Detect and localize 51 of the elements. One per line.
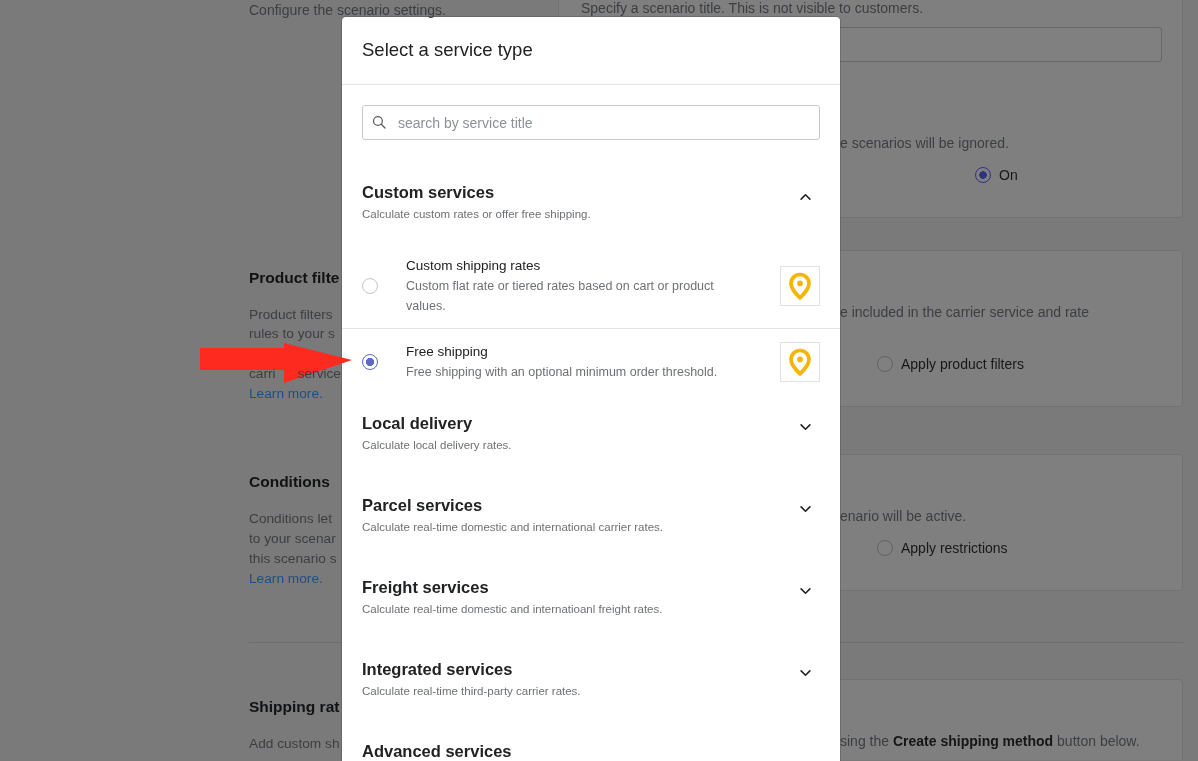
radio-label: On — [999, 166, 1018, 185]
group-title: Local delivery — [362, 414, 473, 433]
radio-label: Apply restrictions — [901, 539, 1008, 558]
chevron-down-icon[interactable] — [800, 670, 811, 677]
group-title: Custom services — [362, 183, 495, 202]
description-text: Add custom sh — [249, 735, 340, 753]
radio-button[interactable] — [877, 540, 893, 556]
setting-description: sing the Create shipping method button below. — [840, 732, 1140, 751]
description-text: carri — [249, 365, 276, 383]
radio-button[interactable] — [362, 354, 378, 370]
group-title: Parcel services — [362, 496, 483, 515]
location-pin-icon — [780, 266, 820, 306]
group-description: Calculate real-time domestic and international carrier rates. — [362, 520, 664, 535]
learn-more-link[interactable]: Learn more. — [249, 384, 323, 404]
section-title: Product filte — [249, 268, 340, 288]
service-title: Free shipping — [406, 343, 488, 361]
field-hint: Specify a scenario title. This is not visible to customers. — [581, 1, 924, 15]
setting-description: e scenarios will be ignored. — [840, 134, 1009, 153]
dialog-title: Select a service type — [362, 38, 533, 62]
group-title: Integrated services — [362, 660, 513, 679]
description-text: rules to your s — [249, 325, 335, 343]
setting-description: e included in the carrier service and rate — [840, 303, 1090, 322]
service-description: Free shipping with an optional minimum order threshold. — [406, 364, 719, 381]
section-title: Shipping rat — [249, 697, 340, 717]
description-text: Product filters — [249, 306, 333, 324]
chevron-down-icon[interactable] — [800, 424, 811, 431]
chevron-up-icon[interactable] — [800, 193, 811, 200]
service-description: Custom flat rate or tiered rates based on cart or product values. — [406, 278, 715, 315]
learn-more-link[interactable]: Learn more. — [249, 569, 323, 589]
group-title: Advanced services — [362, 742, 512, 761]
radio-label: Apply product filters — [901, 355, 1024, 374]
chevron-down-icon[interactable] — [800, 506, 811, 513]
setting-description: enario will be active. — [840, 507, 967, 526]
description-text: this scenario s — [249, 550, 337, 568]
radio-button[interactable] — [877, 356, 893, 372]
chevron-down-icon[interactable] — [800, 588, 811, 595]
group-title: Freight services — [362, 578, 489, 597]
group-description: Calculate real-time third-party carrier rates. — [362, 684, 581, 699]
group-description: Calculate real-time domestic and internatioanl freight rates. — [362, 602, 663, 617]
description-text: Configure the scenario settings. — [249, 3, 446, 17]
search-field[interactable]: search by service title — [362, 105, 820, 140]
description-text: Conditions let — [249, 510, 332, 528]
location-pin-icon — [780, 342, 820, 382]
radio-button[interactable] — [975, 167, 991, 183]
input-field[interactable] — [840, 27, 1162, 62]
search-icon — [372, 115, 386, 129]
section-title: Conditions — [249, 472, 330, 492]
group-description: Calculate custom rates or offer free shipping. — [362, 207, 591, 222]
description-text: to your scenar — [249, 530, 336, 548]
service-title: Custom shipping rates — [406, 257, 541, 275]
group-description: Calculate local delivery rates. — [362, 438, 512, 453]
